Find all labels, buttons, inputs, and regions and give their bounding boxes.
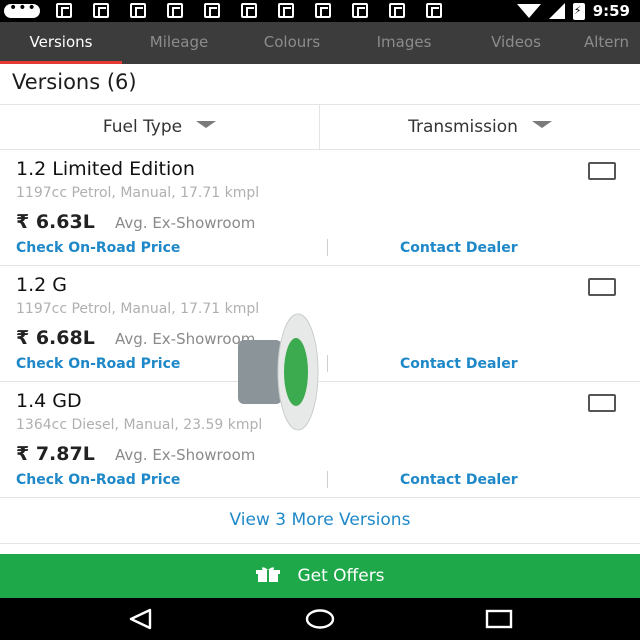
system-navigation-bar (0, 598, 640, 640)
status-time: 9:59 (592, 2, 630, 20)
version-name: 1.2 G (16, 274, 67, 296)
link-divider (327, 239, 328, 256)
caret-down-icon (531, 120, 552, 128)
compare-checkbox[interactable] (588, 394, 616, 412)
gift-icon (256, 567, 281, 582)
check-on-road-price-link[interactable]: Check On-Road Price (16, 472, 180, 488)
version-card: 1.4 GD 1364cc Diesel, Manual, 23.59 kmpl… (0, 382, 640, 498)
fuel-type-filter[interactable]: Fuel Type (0, 105, 319, 150)
app-icon (389, 3, 405, 18)
version-price: ₹ 6.63L (16, 211, 95, 233)
version-specs: 1364cc Diesel, Manual, 23.59 kmpl (16, 417, 263, 433)
status-indicators: 9:59 (516, 1, 630, 21)
filter-bar: Fuel Type Transmission (0, 104, 640, 150)
view-more-versions-button[interactable]: View 3 More Versions (0, 498, 640, 544)
version-price: ₹ 6.68L (16, 327, 95, 349)
get-offers-button[interactable]: Get Offers (0, 554, 640, 598)
tab-versions[interactable]: Versions (0, 22, 122, 64)
app-icon (204, 3, 220, 18)
tab-colours[interactable]: Colours (236, 22, 348, 64)
version-card: 1.2 Limited Edition 1197cc Petrol, Manua… (0, 150, 640, 266)
app-icon (241, 3, 257, 18)
app-icon (56, 3, 72, 18)
contact-dealer-link[interactable]: Contact Dealer (400, 240, 518, 256)
tab-mileage[interactable]: Mileage (122, 22, 236, 64)
app-icon (167, 3, 183, 18)
transmission-label: Transmission (408, 117, 518, 137)
compare-checkbox[interactable] (588, 278, 616, 296)
wifi-icon (516, 4, 541, 18)
caret-down-icon (196, 120, 217, 128)
status-bar: 9:59 (0, 0, 640, 22)
app-icon (315, 3, 331, 18)
version-card: 1.2 G 1197cc Petrol, Manual, 17.71 kmpl … (0, 266, 640, 382)
check-on-road-price-link[interactable]: Check On-Road Price (16, 240, 180, 256)
tab-bar: Versions Mileage Colours Images Videos A… (0, 22, 640, 64)
signal-icon (548, 3, 565, 19)
version-name: 1.2 Limited Edition (16, 158, 195, 180)
tab-videos[interactable]: Videos (460, 22, 572, 64)
recents-icon[interactable] (484, 606, 514, 632)
app-icon (93, 3, 109, 18)
compare-checkbox[interactable] (588, 162, 616, 180)
version-name: 1.4 GD (16, 390, 82, 412)
page-title: Versions (6) (12, 70, 137, 94)
check-on-road-price-link[interactable]: Check On-Road Price (16, 356, 180, 372)
version-specs: 1197cc Petrol, Manual, 17.71 kmpl (16, 301, 260, 317)
back-icon[interactable] (126, 606, 156, 632)
version-price: ₹ 7.87L (16, 443, 95, 465)
contact-dealer-link[interactable]: Contact Dealer (400, 472, 518, 488)
message-icon (4, 0, 40, 18)
app-icon (426, 3, 442, 18)
app-icon (130, 3, 146, 18)
price-note: Avg. Ex-Showroom (115, 330, 256, 348)
link-divider (327, 355, 328, 372)
transmission-filter[interactable]: Transmission (320, 105, 640, 150)
fuel-type-label: Fuel Type (102, 117, 183, 137)
app-icon (278, 3, 294, 18)
home-icon[interactable] (305, 606, 335, 632)
battery-charging-icon (572, 2, 585, 20)
floating-toggle-icon[interactable] (236, 312, 320, 432)
link-divider (327, 471, 328, 488)
contact-dealer-link[interactable]: Contact Dealer (400, 356, 518, 372)
version-specs: 1197cc Petrol, Manual, 17.71 kmpl (16, 185, 260, 201)
price-note: Avg. Ex-Showroom (115, 214, 256, 232)
tab-images[interactable]: Images (348, 22, 460, 64)
app-icon (352, 3, 368, 18)
get-offers-label: Get Offers (297, 566, 385, 586)
price-note: Avg. Ex-Showroom (115, 446, 256, 464)
tab-alternatives[interactable]: Altern (584, 22, 640, 64)
